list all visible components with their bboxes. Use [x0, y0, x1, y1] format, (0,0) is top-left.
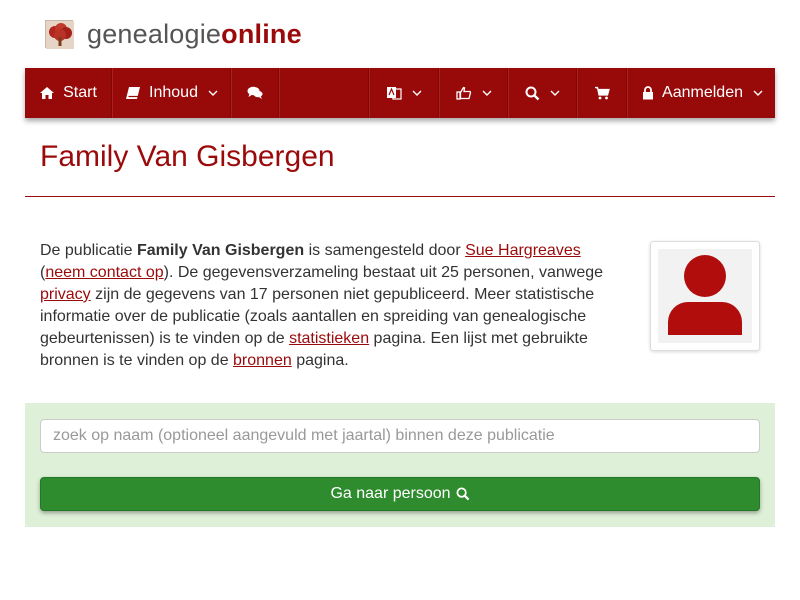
lock-icon [642, 86, 654, 100]
nav-language[interactable] [369, 68, 439, 118]
comments-icon [247, 86, 263, 100]
sources-link[interactable]: bronnen [233, 352, 292, 369]
go-to-person-label: Ga naar persoon [330, 485, 451, 502]
intro-text-2: is samengesteld door [304, 242, 466, 259]
chevron-down-icon [482, 90, 492, 96]
book-icon [125, 86, 141, 100]
privacy-link[interactable]: privacy [40, 286, 91, 303]
thumbs-up-icon [455, 86, 472, 100]
person-search-input[interactable] [40, 419, 760, 453]
site-wordmark: genealogieonline [87, 18, 302, 50]
nav-start-label: Start [63, 84, 97, 101]
nav-spacer [279, 68, 369, 118]
contact-link[interactable]: neem contact op [45, 264, 163, 281]
person-search-panel: Ga naar persoon [25, 403, 775, 527]
author-link[interactable]: Sue Hargreaves [465, 242, 581, 259]
intro-text-1: De publicatie [40, 242, 137, 259]
wordmark-part1: genealogie [87, 19, 222, 49]
chevron-down-icon [412, 90, 422, 96]
nav-like[interactable] [439, 68, 508, 118]
main-navbar: Start Inhoud Aanmelden [25, 68, 775, 118]
chevron-down-icon [550, 90, 560, 96]
publication-description: De publicatie Family Van Gisbergen is sa… [40, 240, 615, 372]
go-to-person-button[interactable]: Ga naar persoon [40, 477, 760, 511]
user-silhouette-icon [658, 249, 752, 343]
page-title: Family Van Gisbergen [40, 140, 335, 173]
statistics-link[interactable]: statistieken [289, 330, 369, 347]
shopping-cart-icon [594, 86, 610, 100]
language-icon [386, 85, 402, 101]
nav-login[interactable]: Aanmelden [627, 68, 775, 118]
nav-shop[interactable] [577, 68, 627, 118]
search-icon [525, 86, 540, 101]
site-logo[interactable]: genealogieonline [45, 18, 302, 50]
author-avatar[interactable] [650, 241, 760, 351]
home-icon [39, 86, 55, 100]
chevron-down-icon [753, 90, 763, 96]
nav-login-label: Aanmelden [662, 84, 743, 101]
nav-content-label: Inhoud [149, 84, 198, 101]
nav-content[interactable]: Inhoud [112, 68, 231, 118]
search-icon [456, 487, 470, 501]
nav-forum[interactable] [231, 68, 279, 118]
tree-icon [45, 20, 74, 49]
publication-name: Family Van Gisbergen [136, 242, 305, 259]
title-divider [25, 196, 775, 197]
chevron-down-icon [208, 90, 218, 96]
intro-text-7: pagina. [291, 352, 349, 369]
nav-search[interactable] [508, 68, 577, 118]
nav-start[interactable]: Start [25, 68, 112, 118]
intro-text-4: ). De gegevensverzameling bestaat uit 25… [163, 264, 604, 281]
wordmark-part2: online [221, 19, 302, 49]
